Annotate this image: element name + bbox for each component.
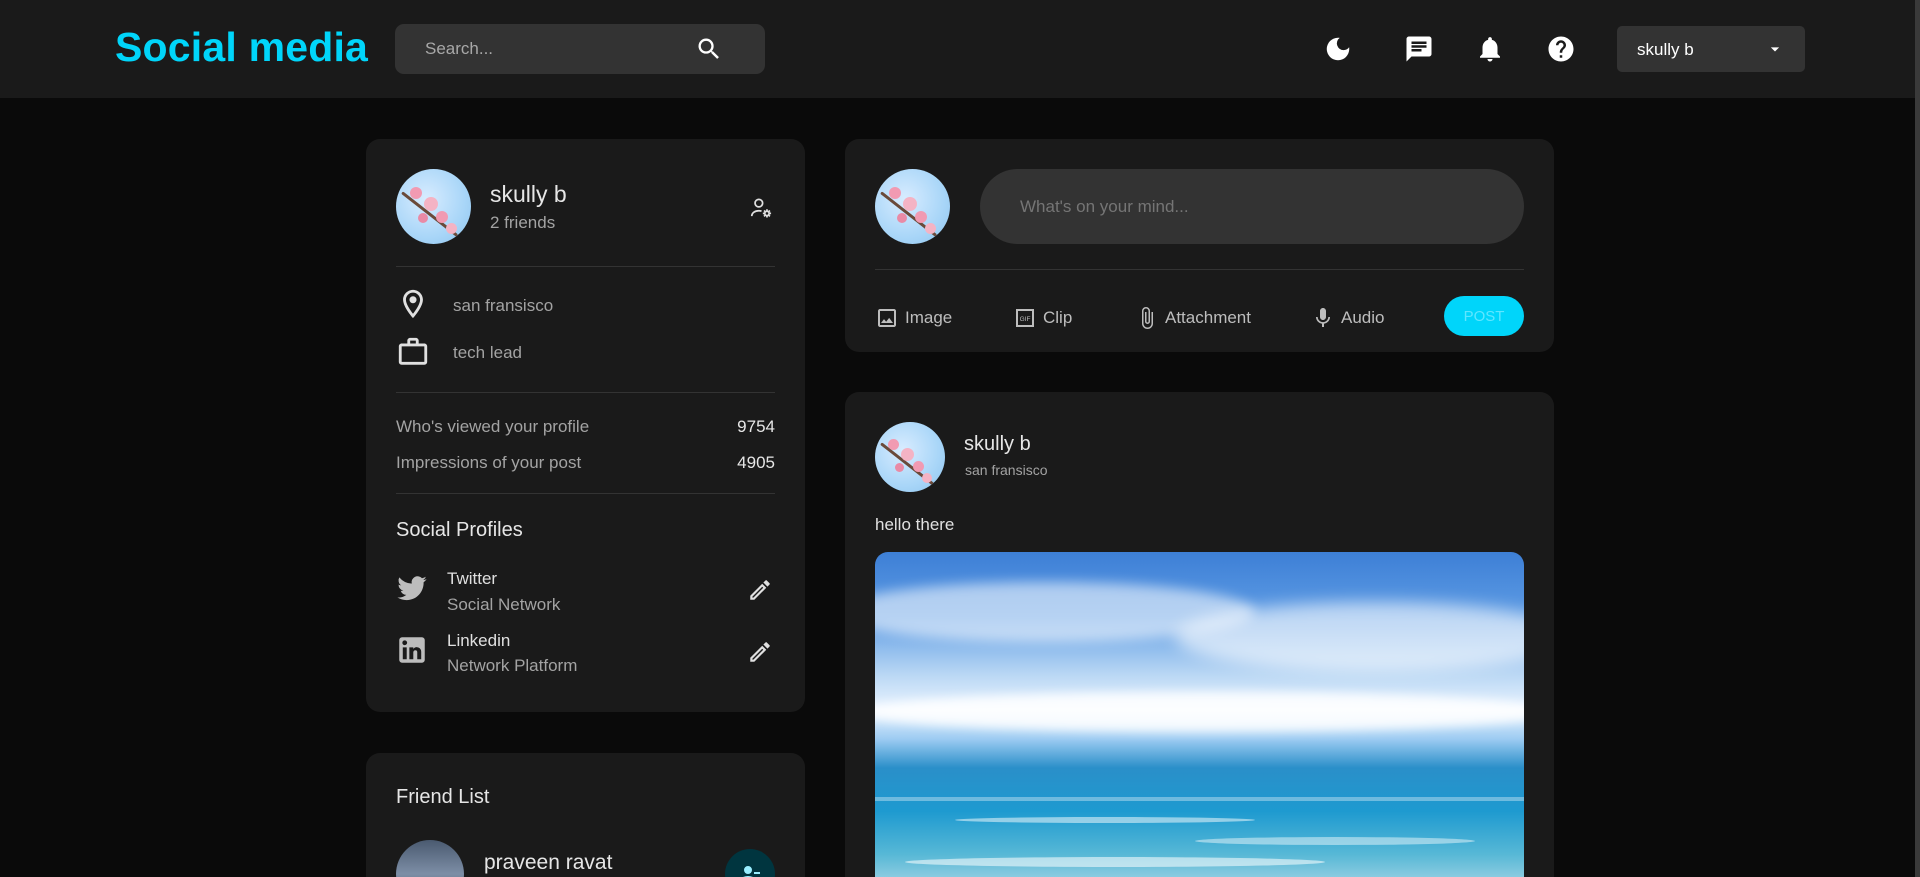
divider [396,266,775,267]
action-label: Image [905,308,953,327]
chevron-down-icon [1765,39,1785,59]
divider [396,392,775,393]
user-dropdown-value: skully b [1637,40,1694,59]
stat-label: Impressions of your post [396,453,582,472]
post-button[interactable]: POST [1444,296,1524,336]
scrollbar-thumb[interactable] [1915,0,1920,877]
user-dropdown[interactable]: skully b [1617,26,1805,72]
remove-friend-button[interactable] [725,849,775,877]
post-image[interactable] [875,552,1524,877]
action-label: Clip [1043,308,1073,327]
stat-label: Who's viewed your profile [396,417,590,436]
divider [875,269,1524,270]
profile-name[interactable]: skully b [490,181,567,208]
social-name[interactable]: Twitter [447,569,497,589]
edit-icon[interactable] [747,639,773,665]
edit-icon[interactable] [747,577,773,603]
work-icon [396,335,430,369]
post-text: hello there [875,515,955,534]
occupation-text: tech lead [453,343,522,362]
stat-value: 9754 [737,417,775,436]
avatar[interactable] [875,422,945,492]
twitter-icon [396,573,428,605]
search-icon[interactable] [695,35,723,63]
social-sub: Social Network [447,595,561,614]
post-card: skully b san fransisco hello there [845,392,1554,877]
avatar[interactable] [396,169,471,244]
friends-count: 2 friends [490,213,556,232]
post-author[interactable]: skully b [964,433,1031,456]
post-composer: Image GIF Clip Attachment Audio POST [845,139,1554,352]
post-input[interactable] [980,169,1524,244]
person-remove-icon [738,862,762,877]
divider [396,493,775,494]
stat-value: 4905 [737,453,775,472]
social-sub: Network Platform [447,656,578,675]
top-navbar: Social media skully b [0,0,1920,98]
search-input[interactable] [425,24,685,74]
friend-list-widget: Friend List praveen ravat [366,753,805,877]
friend-name[interactable]: praveen ravat [484,851,612,875]
messages-icon[interactable] [1404,34,1434,64]
help-icon[interactable] [1546,34,1576,64]
profile-widget: skully b 2 friends san fransisco tech le… [366,139,805,712]
dark-mode-icon[interactable] [1323,34,1353,64]
notifications-icon[interactable] [1475,34,1505,64]
location-text: san fransisco [453,296,554,315]
svg-text:GIF: GIF [1020,316,1031,323]
friend-list-title: Friend List [396,786,490,808]
friend-avatar[interactable] [396,840,464,877]
social-profiles-title: Social Profiles [396,519,523,541]
action-label: Audio [1341,308,1385,327]
social-name[interactable]: Linkedin [447,631,510,651]
gif-icon: GIF [1013,306,1037,330]
image-icon [875,306,899,330]
post-button-label: POST [1463,308,1505,325]
location-icon [396,287,430,321]
action-label: Attachment [1165,308,1251,327]
microphone-icon [1311,306,1335,330]
avatar[interactable] [875,169,950,244]
linkedin-icon [395,633,429,667]
brand-logo[interactable]: Social media [115,24,368,71]
post-location: san fransisco [965,462,1048,478]
manage-account-icon[interactable] [748,195,774,221]
attachment-icon [1135,306,1159,330]
search-bar [395,24,765,74]
scrollbar[interactable] [1915,0,1920,877]
